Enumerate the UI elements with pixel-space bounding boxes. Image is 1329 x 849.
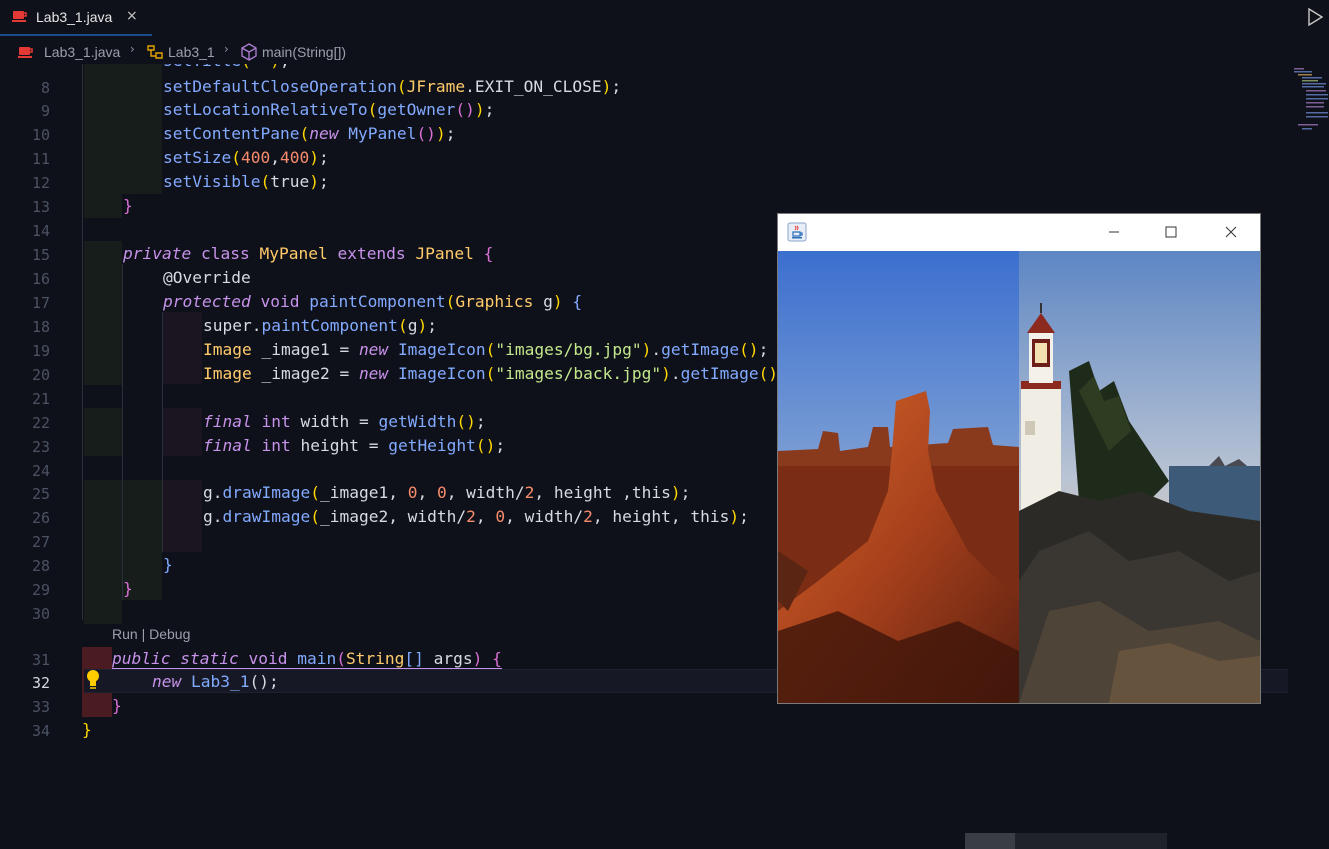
java-window-titlebar[interactable] xyxy=(778,214,1260,250)
code-line: 34 } xyxy=(31,720,92,740)
breadcrumb-separator: › xyxy=(224,42,229,56)
breadcrumb: Lab3_1.java › Lab3_1 › main(String[]) xyxy=(0,40,900,64)
maximize-icon xyxy=(1165,226,1177,238)
close-tab-icon[interactable]: × xyxy=(126,8,138,24)
desert-butte-image xyxy=(778,251,1019,703)
code-line: 10 setContentPane(new MyPanel()); xyxy=(31,124,456,144)
breadcrumb-file[interactable]: Lab3_1.java xyxy=(44,44,120,60)
breadcrumb-method[interactable]: main(String[]) xyxy=(262,44,346,60)
java-cup-icon xyxy=(18,47,33,58)
lightbulb-icon[interactable] xyxy=(85,669,101,689)
code-line: 11 setSize(400,400); xyxy=(31,148,329,168)
breadcrumb-separator: › xyxy=(130,42,135,56)
code-line: 8 setDefaultCloseOperation(JFrame.EXIT_O… xyxy=(40,77,622,97)
java-app-icon xyxy=(787,222,807,242)
lighthouse-coast-image xyxy=(1019,251,1260,703)
maximize-button[interactable] xyxy=(1148,214,1194,250)
horizontal-scrollbar[interactable] xyxy=(965,833,1167,849)
code-line: 9 setLocationRelativeTo(getOwner()); xyxy=(40,100,495,120)
tab-label: Lab3_1.java xyxy=(36,9,113,25)
codelens-run-debug[interactable]: Run | Debug xyxy=(112,626,190,642)
minimap[interactable] xyxy=(1292,66,1329,136)
java-app-window[interactable] xyxy=(777,213,1261,704)
close-button[interactable] xyxy=(1206,214,1252,250)
tab-lab3-1-java[interactable]: Lab3_1.java × xyxy=(0,0,152,36)
code-line: setTitle(""); xyxy=(0,64,1290,74)
java-cup-icon xyxy=(12,11,27,22)
code-line: 12 setVisible(true); xyxy=(31,172,329,192)
minimize-button[interactable] xyxy=(1090,214,1136,250)
java-panel xyxy=(778,251,1260,703)
close-icon xyxy=(1225,226,1237,238)
minimize-icon xyxy=(1109,231,1119,233)
editor-tab-bar: Lab3_1.java × xyxy=(0,0,1329,36)
method-cube-icon xyxy=(241,43,257,61)
scrollbar-thumb[interactable] xyxy=(965,833,1015,849)
run-triangle-icon[interactable] xyxy=(1306,8,1324,26)
class-icon xyxy=(147,45,163,59)
breadcrumb-class[interactable]: Lab3_1 xyxy=(168,44,215,60)
